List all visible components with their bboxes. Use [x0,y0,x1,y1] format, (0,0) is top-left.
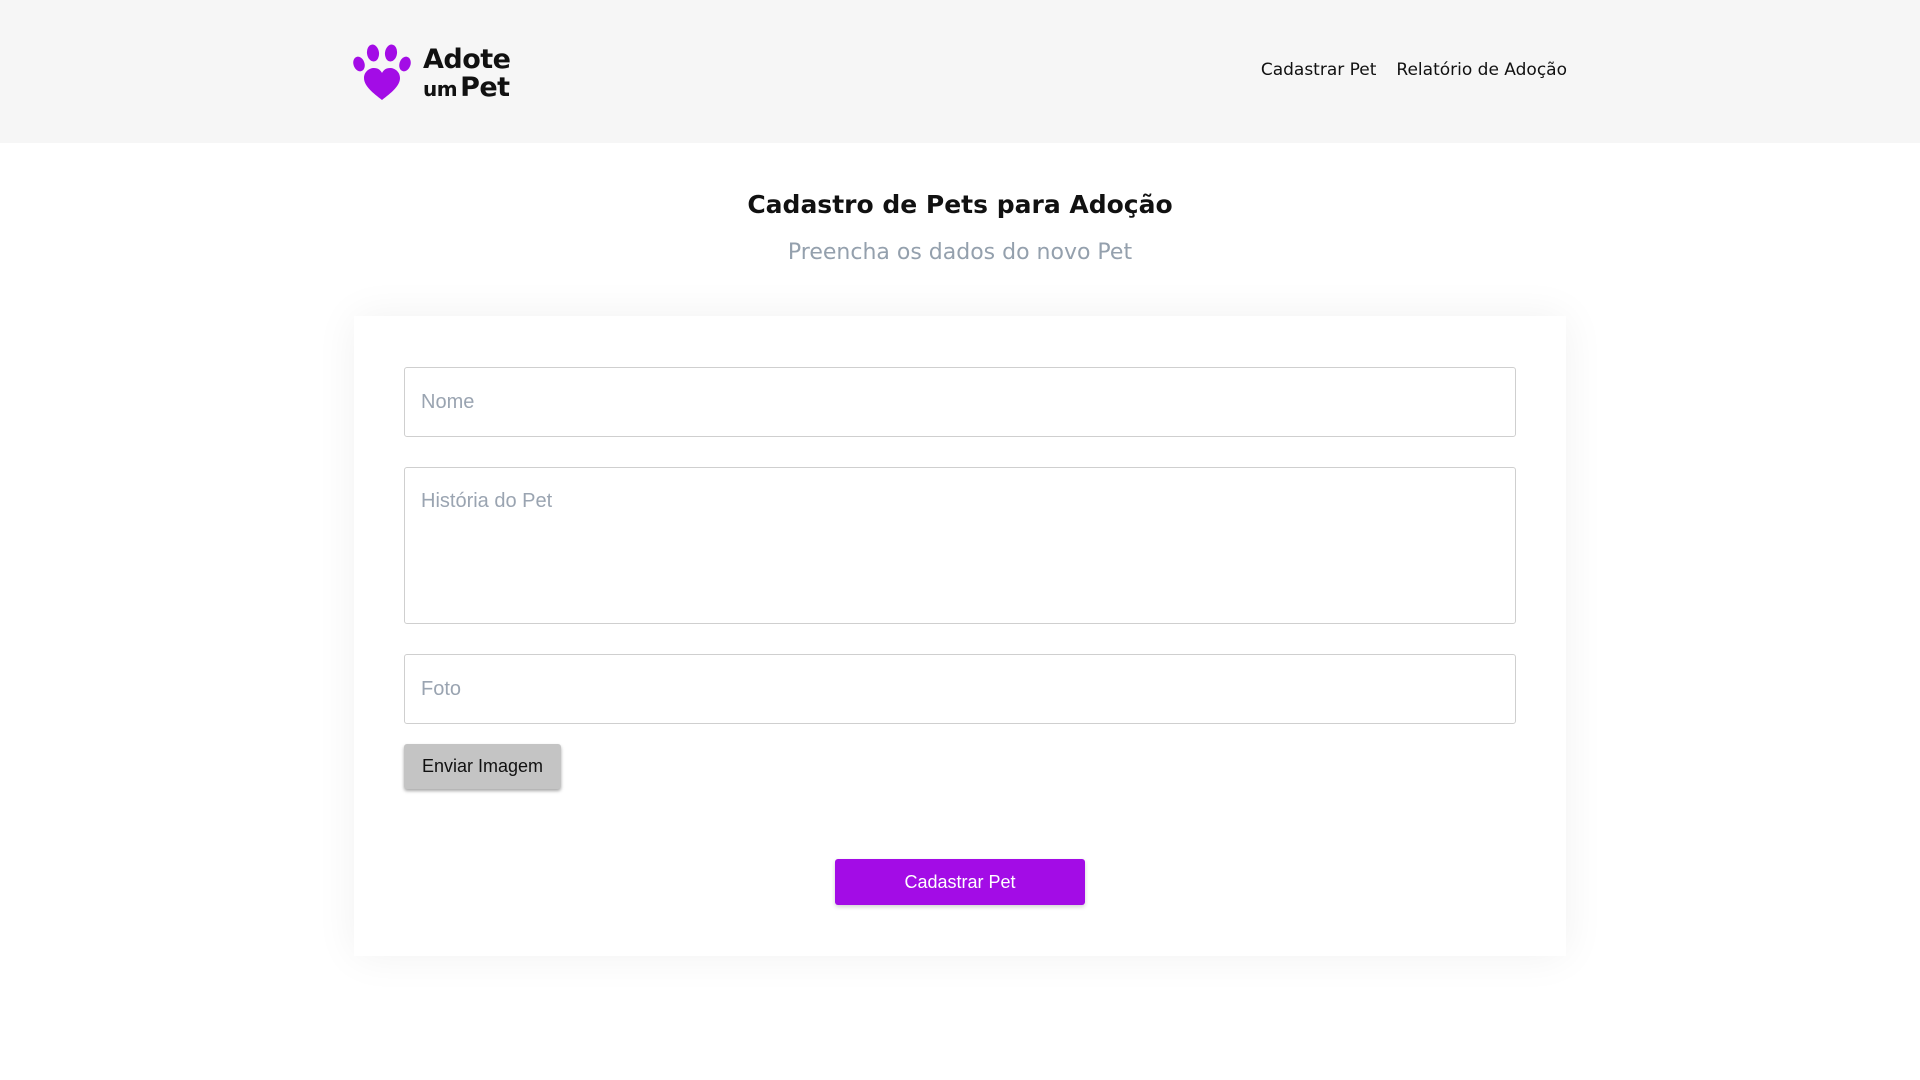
paw-heart-icon [353,44,411,100]
nome-input[interactable] [404,367,1516,437]
brand-line1: Adote [423,43,511,75]
upload-image-button[interactable]: Enviar Imagem [404,744,561,789]
main-nav: Cadastrar Pet Relatório de Adoção [1261,60,1567,80]
foto-input[interactable] [404,654,1516,724]
historia-textarea[interactable] [404,467,1516,624]
brand-pet: Pet [460,71,510,103]
brand-logo[interactable]: Adote um Pet [353,44,511,102]
brand-wordmark: Adote um Pet [423,46,511,101]
submit-pet-button[interactable]: Cadastrar Pet [835,859,1085,905]
brand-um: um [423,76,458,101]
page-title: Cadastro de Pets para Adoção [747,190,1173,219]
nav-link-cadastrar-pet[interactable]: Cadastrar Pet [1261,60,1377,80]
site-header: Adote um Pet Cadastrar Pet Relatório de … [0,0,1920,143]
page-subtitle: Preencha os dados do novo Pet [787,240,1133,265]
pet-registration-form: Enviar Imagem Cadastrar Pet [354,316,1566,956]
nav-link-relatorio-adocao[interactable]: Relatório de Adoção [1396,60,1567,80]
brand-line2: um Pet [423,74,511,101]
